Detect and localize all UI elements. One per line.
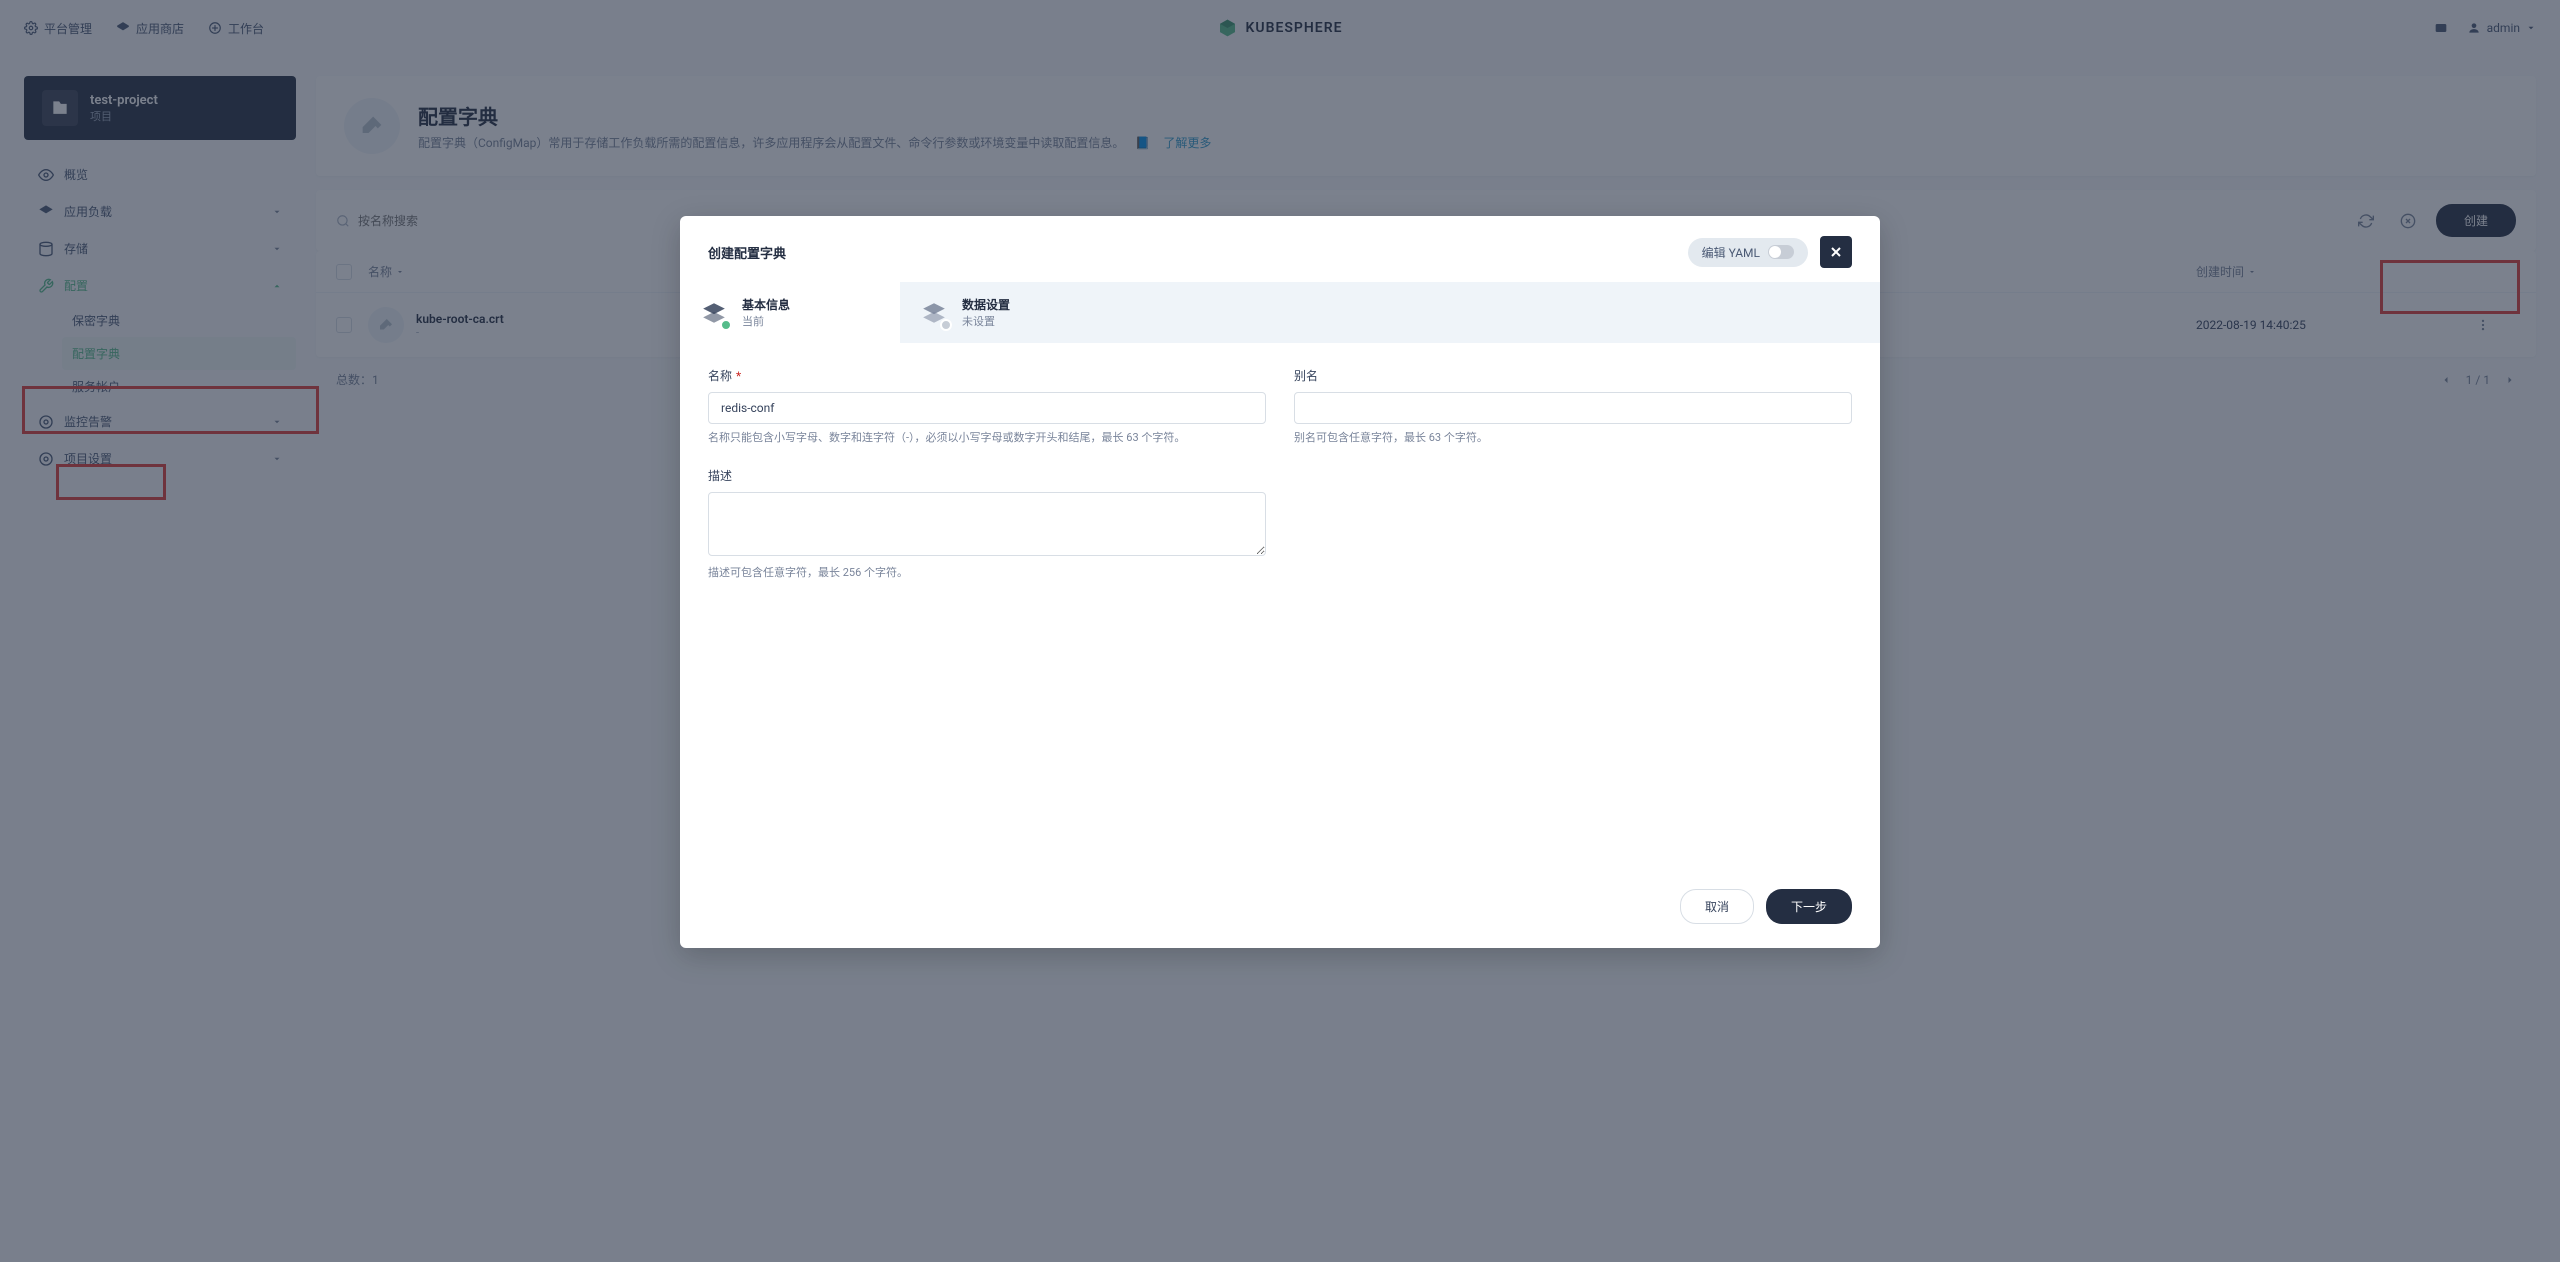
- modal-footer: 取消 下一步: [680, 871, 1880, 948]
- toggle-switch[interactable]: [1768, 245, 1794, 259]
- alias-input[interactable]: [1294, 392, 1852, 424]
- layers-icon: [698, 297, 730, 329]
- name-label: 名称*: [708, 367, 1266, 384]
- tab-title: 基本信息: [742, 296, 790, 313]
- desc-label: 描述: [708, 467, 1266, 484]
- tab-sub: 未设置: [962, 313, 1010, 329]
- yaml-toggle-label: 编辑 YAML: [1702, 244, 1760, 261]
- create-configmap-modal: 创建配置字典 编辑 YAML 基本信息 当前 数据设置: [680, 216, 1880, 948]
- edit-yaml-toggle[interactable]: 编辑 YAML: [1688, 238, 1808, 267]
- close-button[interactable]: [1820, 236, 1852, 268]
- name-input[interactable]: [708, 392, 1266, 424]
- alias-label: 别名: [1294, 367, 1852, 384]
- tab-sub: 当前: [742, 313, 790, 329]
- desc-textarea[interactable]: [708, 492, 1266, 556]
- next-button[interactable]: 下一步: [1766, 889, 1852, 924]
- alias-hint: 别名可包含任意字符，最长 63 个字符。: [1294, 430, 1852, 447]
- tab-title: 数据设置: [962, 296, 1010, 313]
- modal-title: 创建配置字典: [708, 243, 786, 262]
- desc-hint: 描述可包含任意字符，最长 256 个字符。: [708, 565, 1266, 582]
- layers-icon: [918, 297, 950, 329]
- name-hint: 名称只能包含小写字母、数字和连字符（-），必须以小写字母或数字开头和结尾，最长 …: [708, 430, 1266, 447]
- tab-basic-info[interactable]: 基本信息 当前: [680, 282, 900, 343]
- cancel-button[interactable]: 取消: [1680, 889, 1754, 924]
- modal-form: 名称* 名称只能包含小写字母、数字和连字符（-），必须以小写字母或数字开头和结尾…: [680, 343, 1880, 591]
- tab-data-settings[interactable]: 数据设置 未设置: [900, 282, 1120, 343]
- modal-tabs: 基本信息 当前 数据设置 未设置: [680, 282, 1880, 343]
